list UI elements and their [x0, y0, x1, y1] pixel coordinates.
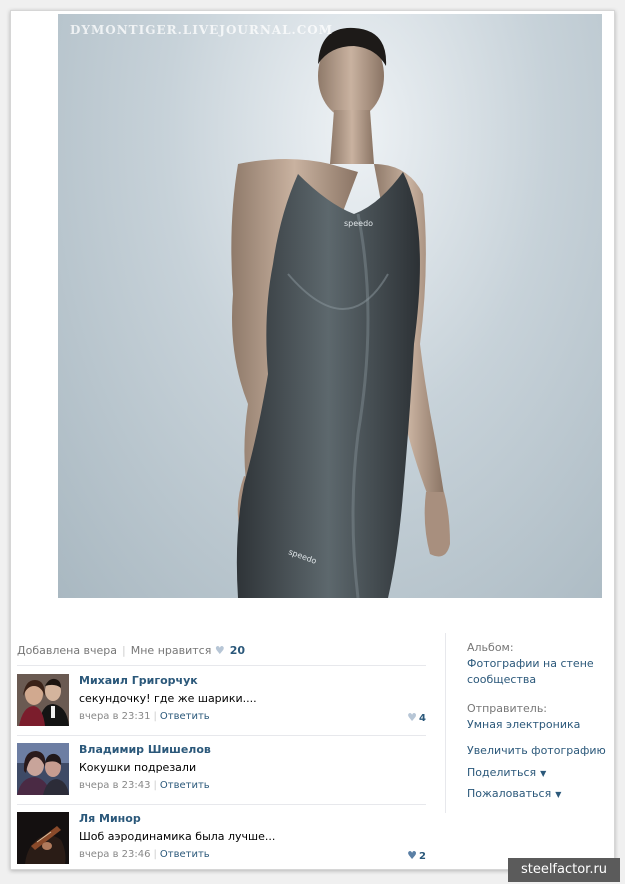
added-date: Добавлена вчера — [17, 644, 118, 657]
sender-link[interactable]: Умная электроника — [467, 717, 580, 733]
comment-like-count: 2 — [419, 851, 426, 862]
divider — [17, 665, 426, 666]
like-count: 20 — [229, 644, 246, 657]
comment-item: Ля Минор Шоб аэродинамика была лучше... … — [17, 812, 426, 872]
avatar[interactable] — [17, 743, 69, 795]
chevron-down-icon[interactable]: ▼ — [555, 790, 561, 799]
comment-time[interactable]: вчера в 23:31 — [79, 711, 151, 722]
brand-mark: speedo — [344, 219, 373, 228]
album-name-line2[interactable]: сообщества — [467, 672, 594, 688]
photo-viewer-card: speedo speedo DYMONTIGER.LIVEJOURNAL.COM… — [10, 10, 615, 870]
comment-author[interactable]: Владимир Шишелов — [79, 743, 211, 756]
album-link[interactable]: Фотографии на стене сообщества — [467, 656, 594, 688]
reply-link[interactable]: Ответить — [160, 711, 210, 722]
comment-author[interactable]: Ля Минор — [79, 812, 141, 825]
heart-icon[interactable]: ♥ — [407, 849, 417, 862]
comment-time[interactable]: вчера в 23:43 — [79, 780, 151, 791]
comment-item: Владимир Шишелов Кокушки подрезали вчера… — [17, 743, 426, 803]
comment-like-count: 4 — [419, 713, 426, 724]
sidebar-divider — [445, 633, 446, 813]
album-name-line1[interactable]: Фотографии на стене — [467, 656, 594, 672]
sender-label: Отправитель: — [467, 702, 548, 715]
comment-item: Михаил Григорчук секундочку! где же шари… — [17, 674, 426, 734]
share-label[interactable]: Поделиться — [467, 766, 536, 779]
enlarge-photo-link[interactable]: Увеличить фотографию — [467, 743, 606, 759]
comment-time[interactable]: вчера в 23:46 — [79, 849, 151, 860]
avatar[interactable] — [17, 812, 69, 864]
comment-like-button[interactable]: ♥ 4 — [407, 711, 426, 724]
comment-text: Шоб аэродинамика была лучше... — [79, 830, 276, 843]
report-label[interactable]: Пожаловаться — [467, 787, 551, 800]
chevron-down-icon[interactable]: ▼ — [540, 769, 546, 778]
divider — [17, 804, 426, 805]
photo-meta: Добавлена вчера | Мне нравится ♥ 20 — [17, 644, 246, 657]
report-button[interactable]: Пожаловаться ▼ — [467, 786, 561, 803]
comment-footer: вчера в 23:43 | Ответить — [79, 780, 210, 791]
heart-icon[interactable]: ♥ — [407, 711, 417, 724]
reply-link[interactable]: Ответить — [160, 849, 210, 860]
heart-icon[interactable]: ♥ — [215, 644, 225, 657]
divider — [17, 735, 426, 736]
sender-info: Отправитель: Умная электроника — [467, 701, 580, 733]
like-label[interactable]: Мне нравится — [131, 644, 212, 657]
comment-text: Кокушки подрезали — [79, 761, 197, 774]
album-label: Альбом: — [467, 641, 514, 654]
site-watermark: steelfactor.ru — [508, 858, 620, 882]
reply-link[interactable]: Ответить — [160, 780, 210, 791]
comment-footer: вчера в 23:46 | Ответить — [79, 849, 210, 860]
comment-text: секундочку! где же шарики.... — [79, 692, 257, 705]
like-button[interactable]: Мне нравится ♥ 20 — [131, 644, 245, 657]
comment-author[interactable]: Михаил Григорчук — [79, 674, 198, 687]
album-info: Альбом: Фотографии на стене сообщества — [467, 640, 594, 688]
swimmer-illustration: speedo speedo — [231, 27, 450, 598]
avatar[interactable] — [17, 674, 69, 726]
main-photo[interactable]: speedo speedo DYMONTIGER.LIVEJOURNAL.COM — [58, 14, 602, 598]
photo-watermark: DYMONTIGER.LIVEJOURNAL.COM — [70, 23, 334, 37]
share-button[interactable]: Поделиться ▼ — [467, 765, 546, 782]
comment-footer: вчера в 23:31 | Ответить — [79, 711, 210, 722]
comment-like-button[interactable]: ♥ 2 — [407, 849, 426, 862]
